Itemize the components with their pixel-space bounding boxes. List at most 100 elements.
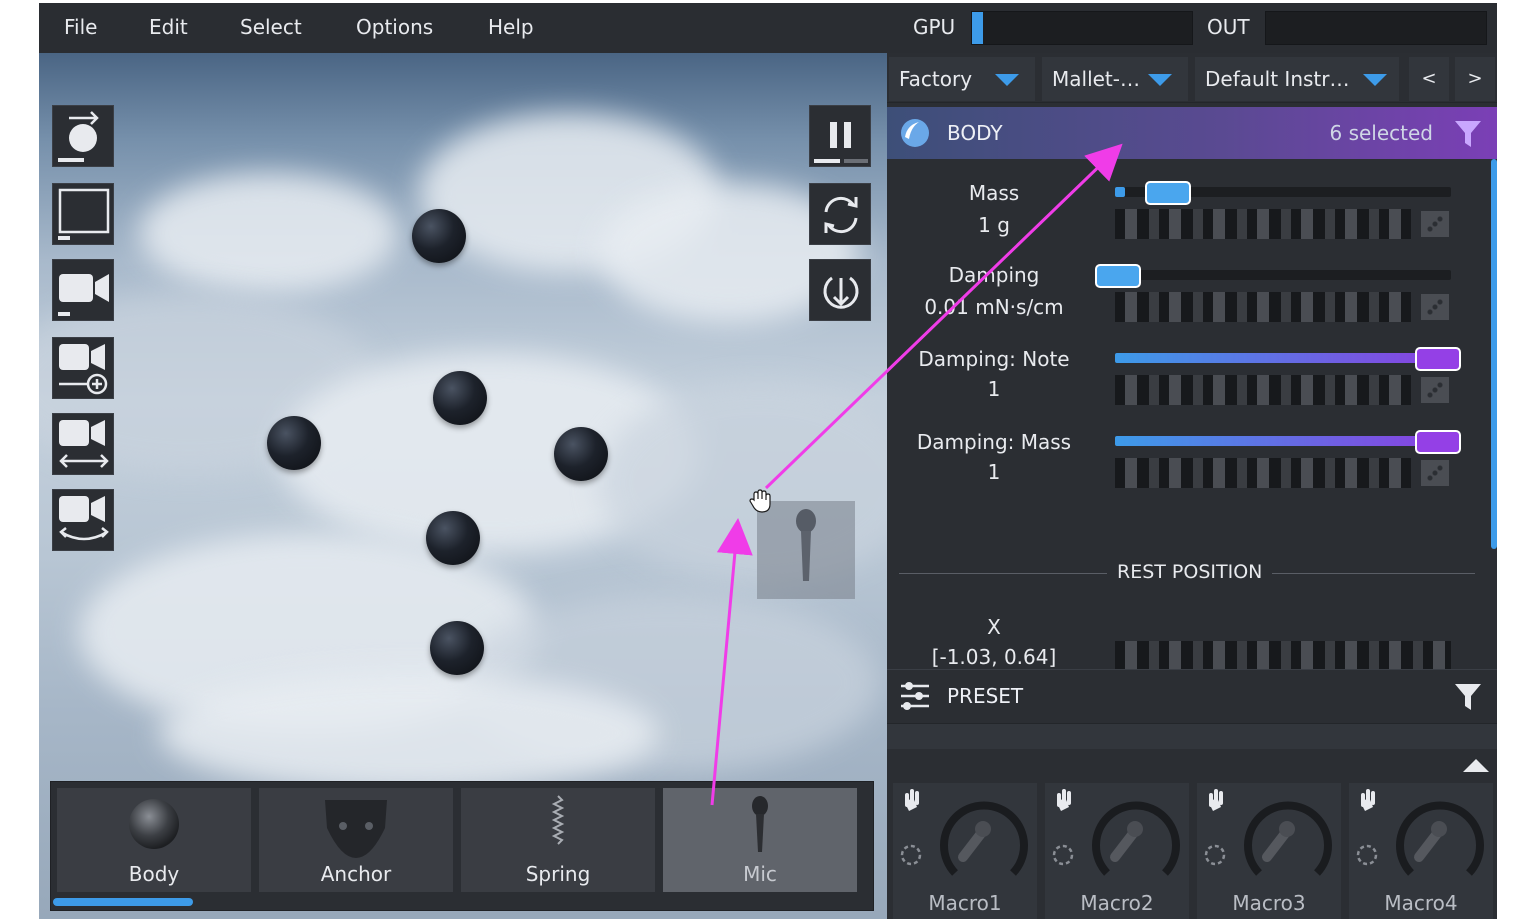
menu-bar: File Edit Select Options Help GPU OUT xyxy=(39,3,1497,53)
macro-knob-4[interactable]: Macro4 xyxy=(1349,783,1493,919)
rest-x-range-strip[interactable] xyxy=(1115,641,1451,669)
macro-label: Macro1 xyxy=(928,891,1002,915)
app-window: File Edit Select Options Help GPU OUT Bo… xyxy=(39,3,1497,919)
body-ball[interactable] xyxy=(430,621,484,675)
damping-note-slider-thumb[interactable] xyxy=(1415,347,1461,371)
body-ball[interactable] xyxy=(433,371,487,425)
mic-icon xyxy=(796,509,816,581)
knob-icon xyxy=(1204,789,1332,876)
instrument-dropdown-label: Default Instr… xyxy=(1205,67,1350,91)
sliders-icon xyxy=(901,682,929,710)
damping-mass-slider-thumb[interactable] xyxy=(1415,430,1461,454)
damping-note-slider[interactable] xyxy=(1115,353,1451,363)
camera-pan-icon xyxy=(59,420,109,468)
menu-help[interactable]: Help xyxy=(488,15,534,39)
pause-icon xyxy=(814,122,868,163)
mass-modulation-strip[interactable] xyxy=(1115,209,1411,239)
damping-value: 0.01 mN·s/cm xyxy=(924,295,1064,319)
knob-icon xyxy=(900,789,1028,876)
rest-position-title: REST POSITION xyxy=(1107,561,1273,583)
next-preset-button[interactable]: > xyxy=(1455,57,1495,101)
sphere-icon xyxy=(901,119,929,147)
mass-slider-thumb[interactable] xyxy=(1145,181,1192,205)
palette-label: Body xyxy=(128,862,180,886)
filter-icon[interactable] xyxy=(1453,119,1483,149)
frame-tool[interactable] xyxy=(52,183,114,245)
damping-note-modulation-button[interactable] xyxy=(1421,377,1449,403)
body-section-header[interactable]: BODY 6 selected xyxy=(887,107,1497,159)
filter-icon[interactable] xyxy=(1453,682,1483,712)
damping-slider-thumb[interactable] xyxy=(1095,264,1141,288)
palette-label: Anchor xyxy=(320,862,392,886)
body-properties: Mass 1 g Damping 0.01 mN·s/cm Damping: N… xyxy=(887,159,1491,669)
macro-label: Macro3 xyxy=(1232,891,1306,915)
body-ball[interactable] xyxy=(267,416,321,470)
reset-button[interactable] xyxy=(809,183,871,245)
menu-select[interactable]: Select xyxy=(240,15,302,39)
chevron-down-icon xyxy=(1363,74,1387,86)
menu-file[interactable]: File xyxy=(64,15,97,39)
bank-dropdown-label: Factory xyxy=(899,67,973,91)
instrument-dropdown[interactable]: Default Instr… xyxy=(1195,57,1399,101)
object-palette: Body Anchor Spring Mic xyxy=(50,781,874,911)
palette-item-body[interactable]: Body xyxy=(57,788,251,892)
macro-knob-2[interactable]: Macro2 xyxy=(1045,783,1189,919)
damping-mass-modulation-strip[interactable] xyxy=(1115,458,1411,488)
chevron-up-icon[interactable] xyxy=(1463,759,1489,772)
damping-modulation-strip[interactable] xyxy=(1115,292,1411,322)
palette-item-spring[interactable]: Spring xyxy=(461,788,655,892)
preset-section-title: PRESET xyxy=(947,684,1024,708)
damping-mass-value: 1 xyxy=(987,460,1001,484)
camera-orbit-icon xyxy=(59,496,109,541)
output-meter xyxy=(1265,11,1487,45)
body-ball[interactable] xyxy=(426,511,480,565)
camera-tool[interactable] xyxy=(52,259,114,321)
category-dropdown-label: Mallet-… xyxy=(1052,67,1140,91)
prev-preset-button[interactable]: < xyxy=(1409,57,1449,101)
macro-knob-3[interactable]: Macro3 xyxy=(1197,783,1341,919)
reset-icon xyxy=(824,196,858,234)
pan-camera-tool[interactable] xyxy=(52,413,114,475)
preset-section-header[interactable]: PRESET xyxy=(887,669,1497,723)
add-camera-tool[interactable] xyxy=(52,337,114,399)
move-body-tool[interactable] xyxy=(52,105,114,167)
macro-knob-1[interactable]: Macro1 xyxy=(893,783,1037,919)
damping-note-modulation-strip[interactable] xyxy=(1115,375,1411,405)
mass-modulation-button[interactable] xyxy=(1421,211,1449,237)
properties-scrollbar[interactable] xyxy=(1491,159,1497,549)
body-ball[interactable] xyxy=(412,209,466,263)
damping-label: Damping xyxy=(948,263,1040,287)
knob-icon xyxy=(1052,789,1180,876)
damping-note-value: 1 xyxy=(987,377,1001,401)
macro-label: Macro2 xyxy=(1080,891,1154,915)
category-dropdown[interactable]: Mallet-… xyxy=(1042,57,1188,101)
download-button[interactable] xyxy=(809,259,871,321)
gpu-meter xyxy=(971,11,1193,45)
inspector-panel: Factory Mallet-… Default Instr… < > BODY… xyxy=(887,53,1497,919)
damping-mass-slider[interactable] xyxy=(1115,436,1451,446)
pause-button[interactable] xyxy=(809,105,871,167)
body-ball[interactable] xyxy=(554,427,608,481)
palette-item-anchor[interactable]: Anchor xyxy=(259,788,453,892)
preset-list-collapsed xyxy=(887,723,1497,749)
chevron-down-icon xyxy=(995,74,1019,86)
palette-scrollbar[interactable] xyxy=(53,898,193,906)
damping-modulation-button[interactable] xyxy=(1421,294,1449,320)
knob-icon xyxy=(1356,789,1484,876)
damping-slider[interactable] xyxy=(1115,270,1451,280)
rest-x-value: [-1.03, 0.64] xyxy=(931,645,1057,669)
mass-value: 1 g xyxy=(978,213,1010,237)
scene-viewport[interactable]: Body Anchor Spring Mic xyxy=(39,53,887,919)
menu-edit[interactable]: Edit xyxy=(149,15,188,39)
orbit-camera-tool[interactable] xyxy=(52,489,114,551)
palette-item-mic[interactable]: Mic xyxy=(663,788,857,892)
menu-options[interactable]: Options xyxy=(356,15,433,39)
rest-x-label: X xyxy=(987,615,1001,639)
body-section-title: BODY xyxy=(947,121,1003,145)
damping-mass-modulation-button[interactable] xyxy=(1421,460,1449,486)
bank-dropdown[interactable]: Factory xyxy=(889,57,1035,101)
selection-count: 6 selected xyxy=(1329,121,1433,145)
damping-note-label: Damping: Note xyxy=(918,347,1070,371)
gpu-meter-fill xyxy=(972,12,983,44)
out-label: OUT xyxy=(1207,15,1250,39)
